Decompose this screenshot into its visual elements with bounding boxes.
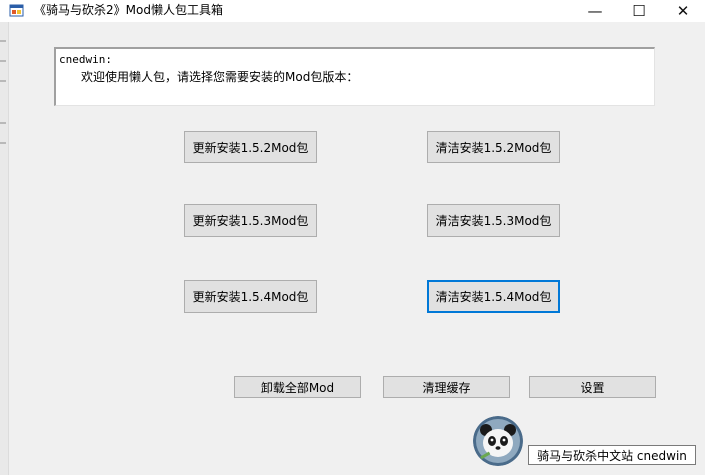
uninstall-all-mods-button[interactable]: 卸载全部Mod bbox=[234, 376, 361, 398]
settings-button[interactable]: 设置 bbox=[529, 376, 656, 398]
panda-icon bbox=[473, 416, 523, 466]
window-edge-strip bbox=[0, 22, 9, 475]
title-bar: 《骑马与砍杀2》Mod懒人包工具箱 — ☐ ✕ bbox=[0, 0, 705, 22]
site-label: 骑马与砍杀中文站 cnedwin bbox=[528, 445, 696, 465]
edge-mark bbox=[0, 40, 6, 42]
message-text: 欢迎使用懒人包，请选择您需要安装的Mod包版本： bbox=[81, 70, 359, 84]
clean-install-1-5-4-button[interactable]: 清洁安装1.5.4Mod包 bbox=[427, 280, 560, 313]
clean-install-1-5-2-button[interactable]: 清洁安装1.5.2Mod包 bbox=[427, 131, 560, 163]
window-title: 《骑马与砍杀2》Mod懒人包工具箱 bbox=[34, 3, 223, 17]
edge-mark bbox=[0, 122, 6, 124]
edge-mark bbox=[0, 60, 6, 62]
update-install-1-5-3-button[interactable]: 更新安装1.5.3Mod包 bbox=[184, 204, 317, 237]
message-textbox[interactable]: cnedwin: 欢迎使用懒人包，请选择您需要安装的Mod包版本： bbox=[54, 47, 655, 106]
minimize-button[interactable]: — bbox=[573, 0, 617, 22]
app-window-icon bbox=[9, 4, 24, 17]
clean-install-1-5-3-button[interactable]: 清洁安装1.5.3Mod包 bbox=[427, 204, 560, 237]
close-button[interactable]: ✕ bbox=[661, 0, 705, 22]
clear-cache-button[interactable]: 清理缓存 bbox=[383, 376, 510, 398]
update-install-1-5-4-button[interactable]: 更新安装1.5.4Mod包 bbox=[184, 280, 317, 313]
maximize-button[interactable]: ☐ bbox=[617, 0, 661, 22]
edge-mark bbox=[0, 142, 6, 144]
edge-mark bbox=[0, 80, 6, 82]
update-install-1-5-2-button[interactable]: 更新安装1.5.2Mod包 bbox=[184, 131, 317, 163]
message-sender: cnedwin: bbox=[59, 53, 112, 66]
panda-avatar bbox=[473, 416, 523, 466]
